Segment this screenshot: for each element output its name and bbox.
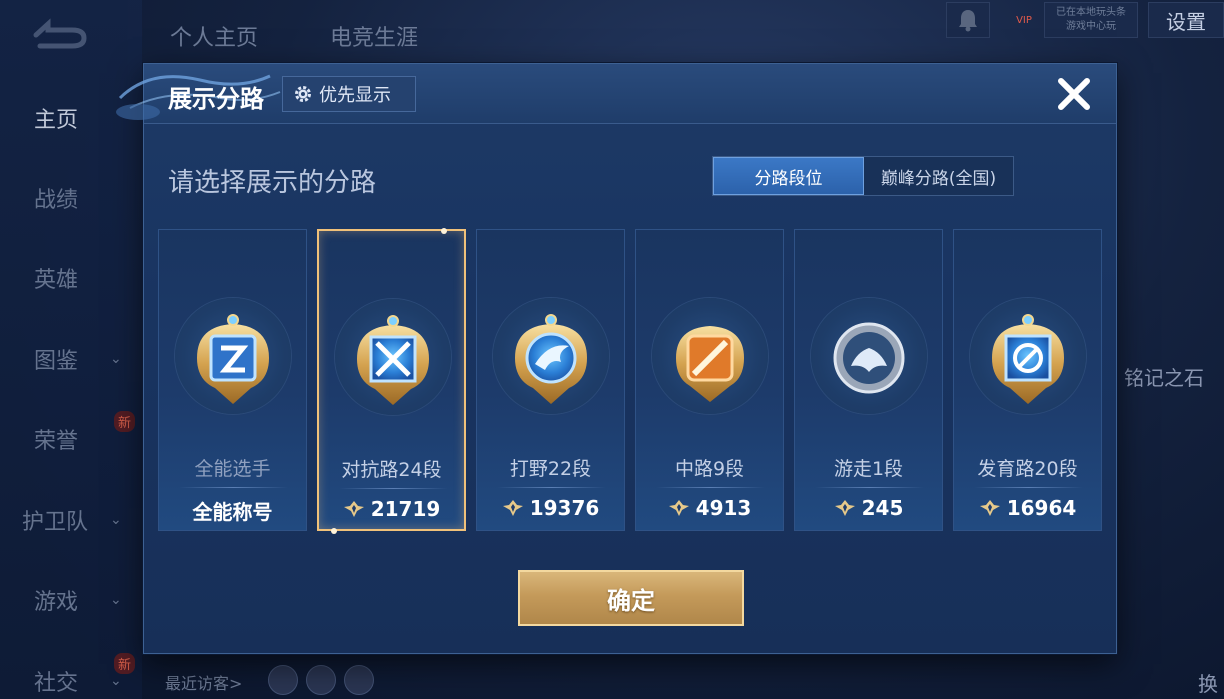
all-round-badge-icon [197,314,269,404]
lane-score: 19376 [477,496,624,520]
power-score-icon [834,500,855,516]
tab-lane-rank[interactable]: 分路段位 [713,157,864,195]
lane-score-value: 16964 [1006,496,1077,520]
gear-icon [295,86,311,102]
display-lane-dialog: 展示分路 优先显示 请选择展示的分路 分路段位 巅峰分路(全国) 全能选手全能称… [116,63,1117,654]
sidebar-item-label: 社交 [34,671,79,696]
sidebar-item[interactable]: 护卫队 ⌄ [0,500,142,540]
power-score-icon [668,500,689,516]
settings-button[interactable]: 设置 [1148,2,1224,38]
divider [656,487,765,488]
sidebar-item[interactable]: 图鉴 ⌄ [0,339,142,379]
lane-score-value: 245 [861,496,904,520]
chevron-down-icon: ⌄ [110,673,122,689]
lane-card[interactable]: 打野22段 19376 [476,229,625,531]
new-badge: 新 [114,411,136,432]
avatar[interactable] [344,665,374,695]
lane-card[interactable]: 中路9段 4913 [635,229,784,531]
selection-sparkle [441,228,447,234]
lane-score: 全能称号 [159,496,306,525]
avatar[interactable] [268,665,298,695]
switch-label[interactable]: 换 [1198,668,1218,697]
status-info: 已在本地玩头条 游戏中心玩 [1044,2,1138,38]
sidebar-item-label: 游戏 [34,590,79,615]
sidebar-item[interactable]: 社交 ⌄ 新 [0,653,142,699]
lane-score-value: 4913 [695,496,752,520]
vip-badge: VIP [1016,14,1032,26]
lane-score-value: 19376 [529,496,600,520]
sidebar-item[interactable]: 战绩 [0,178,142,218]
lane-card[interactable]: 发育路20段 16964 [953,229,1102,531]
sidebar-item-label: 主页 [34,108,79,133]
lane-card[interactable]: 对抗路24段 21719 [317,228,466,534]
lane-name: 中路9段 [674,458,745,480]
divider [974,487,1083,488]
status-line-2: 游戏中心玩 [1066,21,1116,32]
lane-score: 16964 [954,496,1101,520]
sidebar-item[interactable]: 荣誉 新 [0,411,142,459]
lane-name: 打野22段 [509,458,592,480]
lane-name: 对抗路24段 [341,459,442,481]
lane-score: 245 [795,496,942,520]
power-score-icon [979,500,1000,516]
chevron-down-icon: ⌄ [110,351,122,367]
lane-card-list: 全能选手 全能称号 对抗路24段 21719 打野22段 19376 中路9段 4913 游走1… [158,228,1104,534]
bell-icon[interactable] [946,2,990,38]
tab-personal-home[interactable]: 个人主页 [170,20,258,52]
sidebar-item-label: 战绩 [34,188,79,213]
roam-badge-icon [833,322,905,394]
back-arrow-icon[interactable] [26,18,92,52]
lane-name: 发育路20段 [977,458,1078,480]
tab-peak-lane-national[interactable]: 巅峰分路(全国) [864,157,1013,195]
sidebar-item-label: 图鉴 [34,349,79,374]
lane-mode-toggle: 分路段位 巅峰分路(全国) [712,156,1014,196]
priority-display-button[interactable]: 优先显示 [282,76,416,112]
chevron-down-icon: ⌄ [110,512,122,528]
lane-score: 4913 [636,496,783,520]
lane-score: 21719 [319,497,464,521]
jungle-badge-icon [515,314,587,404]
lane-card[interactable]: 游走1段 245 [794,229,943,531]
farm-lane-badge-icon [992,314,1064,404]
status-line-1: 已在本地玩头条 [1056,7,1126,18]
dialog-title: 展示分路 [168,85,264,113]
lane-name: 全能选手 [194,458,271,480]
dialog-subtitle: 请选择展示的分路 [168,168,377,198]
tab-esports-career[interactable]: 电竞生涯 [330,20,418,52]
memory-stone-label[interactable]: 铭记之石 [1124,362,1204,391]
sidebar-item[interactable]: 游戏 ⌄ [0,580,142,620]
lane-name: 游走1段 [833,458,904,480]
sidebar-item-label: 荣誉 [34,429,79,454]
clash-lane-badge-icon [357,315,429,405]
power-score-icon [343,501,364,517]
sidebar-item-label: 护卫队 [22,510,89,535]
mid-lane-badge-icon [676,326,744,402]
close-icon[interactable] [1054,74,1094,114]
recent-visitors-link[interactable]: 最近访客> [165,670,242,694]
divider [179,487,288,488]
power-score-icon [502,500,523,516]
chevron-down-icon: ⌄ [110,592,122,608]
selection-sparkle [331,528,337,534]
sidebar-item-label: 英雄 [34,268,79,293]
priority-display-label: 优先显示 [319,85,391,106]
lane-score-value: 全能称号 [192,500,273,524]
avatar[interactable] [306,665,336,695]
divider [339,488,448,489]
dialog-header: 展示分路 优先显示 [116,64,1116,124]
divider [815,487,924,488]
lane-score-value: 21719 [370,497,441,521]
sidebar-item[interactable]: 英雄 [0,258,142,298]
divider [497,487,606,488]
lane-card[interactable]: 全能选手 全能称号 [158,229,307,531]
confirm-button[interactable]: 确定 [518,570,744,626]
new-badge: 新 [114,653,136,674]
